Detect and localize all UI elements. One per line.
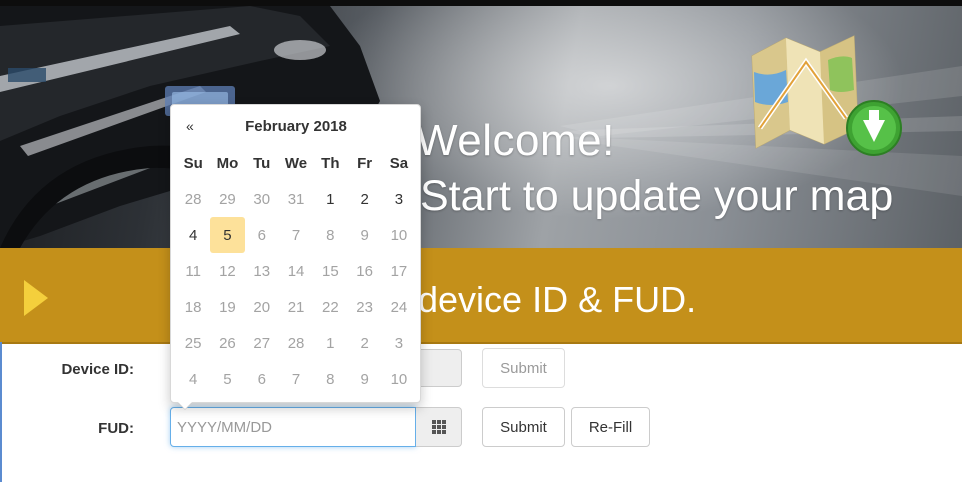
fud-submit-button[interactable]: Submit (482, 407, 565, 447)
datepicker-month-title[interactable]: February 2018 (226, 118, 366, 135)
datepicker-day[interactable]: 7 (279, 217, 313, 253)
weekday-header: Tu (253, 154, 271, 172)
datepicker-day[interactable]: 29 (210, 181, 244, 217)
calendar-grid-icon (431, 420, 446, 434)
datepicker-day[interactable]: 2 (347, 181, 381, 217)
datepicker-day[interactable]: 14 (279, 253, 313, 289)
device-id-submit-button[interactable]: Submit (482, 348, 565, 388)
datepicker-day[interactable]: 27 (245, 325, 279, 361)
datepicker-day[interactable]: 6 (245, 361, 279, 397)
datepicker-day[interactable]: 3 (382, 325, 416, 361)
calendar-toggle-button[interactable] (416, 407, 462, 447)
map-download-icon (751, 35, 902, 156)
instruction-band-text: device ID & FUD. (418, 279, 697, 320)
fud-refill-button[interactable]: Re-Fill (571, 407, 650, 447)
datepicker-day[interactable]: 30 (245, 181, 279, 217)
hero-welcome-text: Welcome! (416, 116, 615, 165)
datepicker-grid: Su Mo Tu We Th Fr Sa 28 29 30 31 1 2 3 4 5 6 7 8 9 10… (176, 145, 416, 397)
datepicker-day[interactable]: 11 (176, 253, 210, 289)
datepicker-day[interactable]: 28 (279, 325, 313, 361)
datepicker-day[interactable]: 12 (210, 253, 244, 289)
datepicker-day[interactable]: 7 (279, 361, 313, 397)
weekday-header: Mo (216, 154, 239, 172)
datepicker-day[interactable]: 1 (313, 181, 347, 217)
datepicker-day[interactable]: 23 (347, 289, 381, 325)
datepicker-day[interactable]: 13 (245, 253, 279, 289)
datepicker-day-today[interactable]: 5 (210, 217, 245, 253)
datepicker-day[interactable]: 2 (347, 325, 381, 361)
datepicker-day[interactable]: 8 (313, 217, 347, 253)
datepicker-day[interactable]: 3 (382, 181, 416, 217)
datepicker-day[interactable]: 6 (245, 217, 279, 253)
device-id-label: Device ID: (61, 361, 134, 378)
datepicker-prev-month-button[interactable]: « (186, 118, 194, 134)
datepicker-day[interactable]: 31 (279, 181, 313, 217)
datepicker-day[interactable]: 26 (210, 325, 244, 361)
datepicker-day[interactable]: 20 (245, 289, 279, 325)
datepicker-day[interactable]: 10 (382, 217, 416, 253)
datepicker-day[interactable]: 4 (176, 361, 210, 397)
datepicker-day[interactable]: 24 (382, 289, 416, 325)
datepicker-day[interactable]: 1 (313, 325, 347, 361)
hero-banner: Welcome! Start to update your map (0, 6, 962, 248)
datepicker-day[interactable]: 10 (382, 361, 416, 397)
datepicker-day[interactable]: 9 (347, 361, 381, 397)
datepicker-day[interactable]: 8 (313, 361, 347, 397)
page: Welcome! Start to update your map device… (0, 0, 962, 482)
datepicker-day[interactable]: 18 (176, 289, 210, 325)
datepicker-day[interactable]: 28 (176, 181, 210, 217)
datepicker-day[interactable]: 5 (210, 361, 244, 397)
datepicker-day[interactable]: 22 (313, 289, 347, 325)
weekday-header: Th (321, 154, 340, 172)
play-triangle-icon (24, 280, 48, 316)
hero-subtitle-text: Start to update your map (420, 172, 894, 220)
weekday-header: Sa (389, 154, 409, 172)
datepicker-day[interactable]: 17 (382, 253, 416, 289)
weekday-header: Su (183, 154, 203, 172)
weekday-header: We (284, 154, 308, 172)
datepicker-day[interactable]: 21 (279, 289, 313, 325)
fud-label: FUD: (98, 420, 134, 437)
datepicker-day[interactable]: 25 (176, 325, 210, 361)
datepicker-day[interactable]: 15 (313, 253, 347, 289)
datepicker-day[interactable]: 19 (210, 289, 244, 325)
left-edge-accent (0, 342, 2, 482)
datepicker-day[interactable]: 9 (347, 217, 381, 253)
datepicker-caret (178, 402, 192, 409)
datepicker-day[interactable]: 4 (176, 217, 210, 253)
weekday-header: Fr (357, 154, 373, 172)
datepicker-day[interactable]: 16 (347, 253, 381, 289)
fud-date-input[interactable] (170, 407, 416, 447)
